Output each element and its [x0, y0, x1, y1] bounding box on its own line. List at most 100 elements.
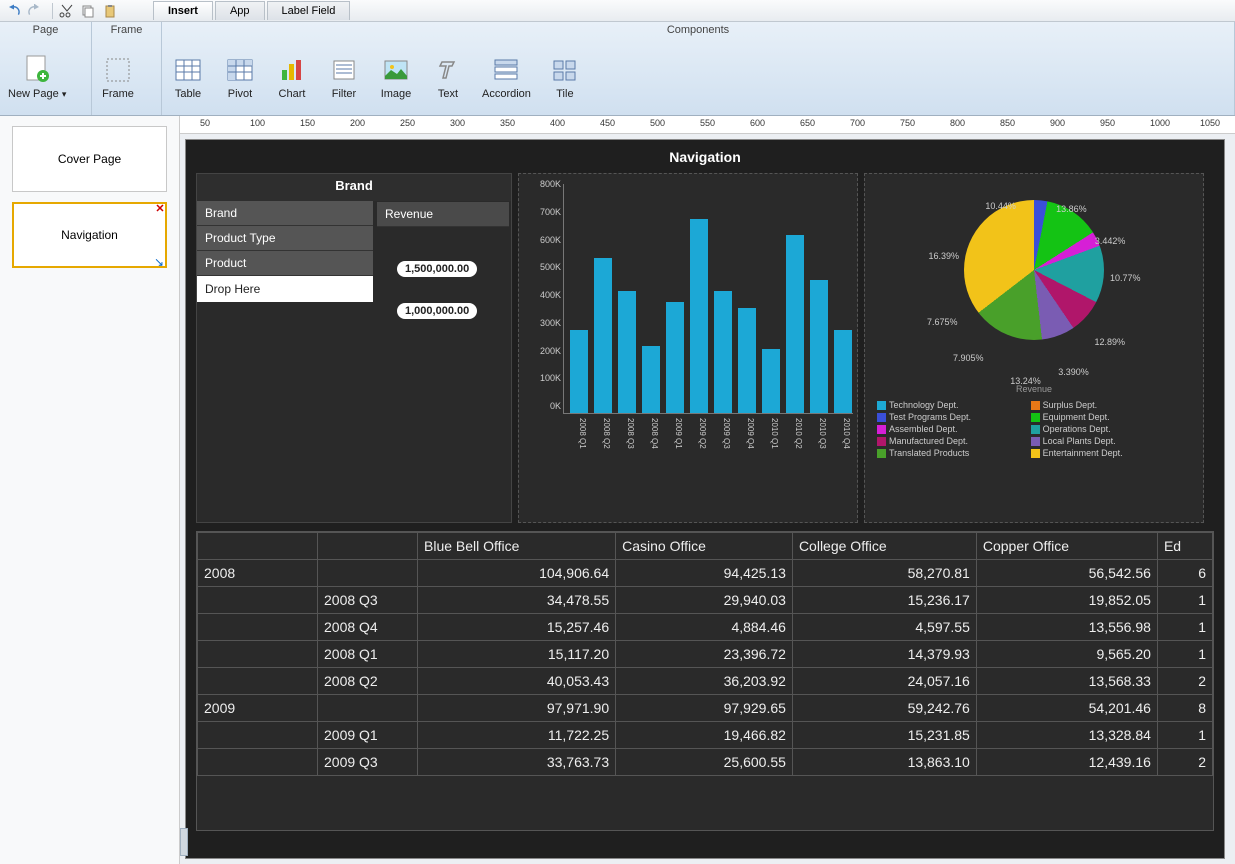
pie-slice-label: 3.442%: [1095, 236, 1126, 246]
tab-label-field[interactable]: Label Field: [267, 1, 351, 20]
new-page-button[interactable]: New Page ▾: [0, 52, 74, 102]
bar-chart-panel[interactable]: 0K100K200K300K400K500K600K700K800K 2008 …: [518, 173, 858, 523]
accordion-button[interactable]: Accordion: [474, 52, 539, 102]
table-button[interactable]: Table: [162, 52, 214, 102]
table-row[interactable]: 2009 Q111,722.2519,466.8215,231.8513,328…: [198, 722, 1213, 749]
tile-button[interactable]: Tile: [539, 52, 591, 102]
x-axis-label: 2008 Q1: [563, 414, 587, 449]
pie-slice-label: 13.24%: [1010, 376, 1041, 386]
table-row[interactable]: 2008104,906.6494,425.1358,270.8156,542.5…: [198, 560, 1213, 587]
pie-slice-label: 12.89%: [1095, 337, 1126, 347]
table-row[interactable]: 2008 Q415,257.464,884.464,597.5513,556.9…: [198, 614, 1213, 641]
x-axis-label: 2008 Q4: [635, 414, 659, 449]
x-axis-label: 2010 Q2: [779, 414, 803, 449]
arrow-in-icon[interactable]: ↘: [154, 255, 166, 267]
table-row[interactable]: 200997,971.9097,929.6559,242.7654,201.46…: [198, 695, 1213, 722]
metric-pill-2: 1,000,000.00: [397, 303, 477, 319]
pie-slice-label: 16.39%: [929, 251, 960, 261]
pie-slice-label: 3.390%: [1058, 367, 1089, 377]
bar: [570, 330, 588, 413]
legend-item: Test Programs Dept.: [877, 412, 1031, 422]
frame-button[interactable]: Frame: [92, 52, 144, 102]
ribbon-group-page: Page: [0, 22, 91, 38]
page-thumbnail-panel: Cover Page ✕ Navigation ↘: [0, 116, 180, 864]
bar: [834, 330, 852, 413]
tab-insert[interactable]: Insert: [153, 1, 213, 20]
pie-legend: Technology Dept.Surplus Dept.Test Progra…: [871, 394, 1197, 460]
legend-item: Technology Dept.: [877, 400, 1031, 410]
legend-item: Entertainment Dept.: [1031, 448, 1185, 458]
bar: [738, 308, 756, 413]
legend-item: Assembled Dept.: [877, 424, 1031, 434]
bar: [786, 235, 804, 413]
x-axis-label: 2009 Q2: [683, 414, 707, 449]
metric-header: Revenue: [377, 202, 509, 227]
bar: [594, 258, 612, 413]
dimension-item[interactable]: Product Type: [197, 226, 373, 251]
x-axis-label: 2009 Q4: [731, 414, 755, 449]
bar: [666, 302, 684, 413]
dashboard-canvas: Navigation Brand BrandProduct TypeProduc…: [185, 139, 1225, 859]
table-icon: [172, 54, 204, 86]
x-axis-label: 2010 Q4: [827, 414, 851, 449]
text-button[interactable]: Text: [422, 52, 474, 102]
horizontal-ruler: 5010015020025030035040045050055060065070…: [180, 116, 1235, 134]
paste-icon[interactable]: [101, 2, 119, 20]
pivot-button[interactable]: Pivot: [214, 52, 266, 102]
legend-item: Surplus Dept.: [1031, 400, 1185, 410]
filter-icon: [328, 54, 360, 86]
bar: [642, 346, 660, 413]
image-icon: [380, 54, 412, 86]
pie-chart-panel[interactable]: 13.86% 3.442% 10.77% 12.89% 3.390% 13.24% 7.90…: [864, 173, 1204, 523]
drop-here-zone[interactable]: Drop Here: [197, 276, 373, 302]
filter-button[interactable]: Filter: [318, 52, 370, 102]
legend-item: Equipment Dept.: [1031, 412, 1185, 422]
x-axis-label: 2008 Q2: [587, 414, 611, 449]
legend-item: Operations Dept.: [1031, 424, 1185, 434]
redo-icon[interactable]: [26, 2, 44, 20]
ribbon: Page New Page ▾ Frame Frame Components T…: [0, 22, 1235, 116]
x-axis-label: 2009 Q3: [707, 414, 731, 449]
image-button[interactable]: Image: [370, 52, 422, 102]
accordion-icon: [490, 54, 522, 86]
tile-icon: [549, 54, 581, 86]
table-row[interactable]: 2008 Q115,117.2023,396.7214,379.939,565.…: [198, 641, 1213, 668]
text-icon: [432, 54, 464, 86]
ribbon-group-components: Components: [162, 22, 1234, 38]
pie-slice-label: 10.44%: [985, 201, 1016, 211]
dimension-item[interactable]: Product: [197, 251, 373, 276]
copy-icon[interactable]: [79, 2, 97, 20]
dimension-item[interactable]: Brand: [197, 201, 373, 226]
thumb-navigation[interactable]: ✕ Navigation ↘: [12, 202, 167, 268]
pie-slice-label: 7.905%: [953, 353, 984, 363]
table-row[interactable]: 2008 Q334,478.5529,940.0315,236.1719,852…: [198, 587, 1213, 614]
x-axis-label: 2010 Q1: [755, 414, 779, 449]
bar: [690, 219, 708, 413]
x-axis-label: 2009 Q1: [659, 414, 683, 449]
tab-app[interactable]: App: [215, 1, 265, 20]
bar: [810, 280, 828, 413]
undo-icon[interactable]: [4, 2, 22, 20]
brand-filter-panel[interactable]: Brand BrandProduct TypeProduct Drop Here…: [196, 173, 512, 523]
brand-panel-title: Brand: [197, 174, 511, 201]
legend-item: Local Plants Dept.: [1031, 436, 1185, 446]
legend-item: Translated Products: [877, 448, 1031, 458]
cut-icon[interactable]: [57, 2, 75, 20]
data-table-panel[interactable]: Blue Bell OfficeCasino OfficeCollege Off…: [196, 531, 1214, 831]
ribbon-group-frame: Frame: [92, 22, 161, 38]
thumb-cover-page[interactable]: Cover Page: [12, 126, 167, 192]
pie-slice-label: 13.86%: [1056, 204, 1087, 214]
collapse-handle[interactable]: [180, 828, 188, 856]
top-toolbar: Insert App Label Field: [0, 0, 1235, 22]
table-row[interactable]: 2008 Q240,053.4336,203.9224,057.1613,568…: [198, 668, 1213, 695]
dashboard-title: Navigation: [196, 145, 1214, 173]
chart-button[interactable]: Chart: [266, 52, 318, 102]
metric-pill-1: 1,500,000.00: [397, 261, 477, 277]
bar: [714, 291, 732, 413]
pivot-icon: [224, 54, 256, 86]
x-axis-label: 2008 Q3: [611, 414, 635, 449]
pie-slice-label: 10.77%: [1110, 273, 1141, 283]
bar: [618, 291, 636, 413]
close-icon[interactable]: ✕: [154, 203, 166, 215]
table-row[interactable]: 2009 Q333,763.7325,600.5513,863.1012,439…: [198, 749, 1213, 776]
